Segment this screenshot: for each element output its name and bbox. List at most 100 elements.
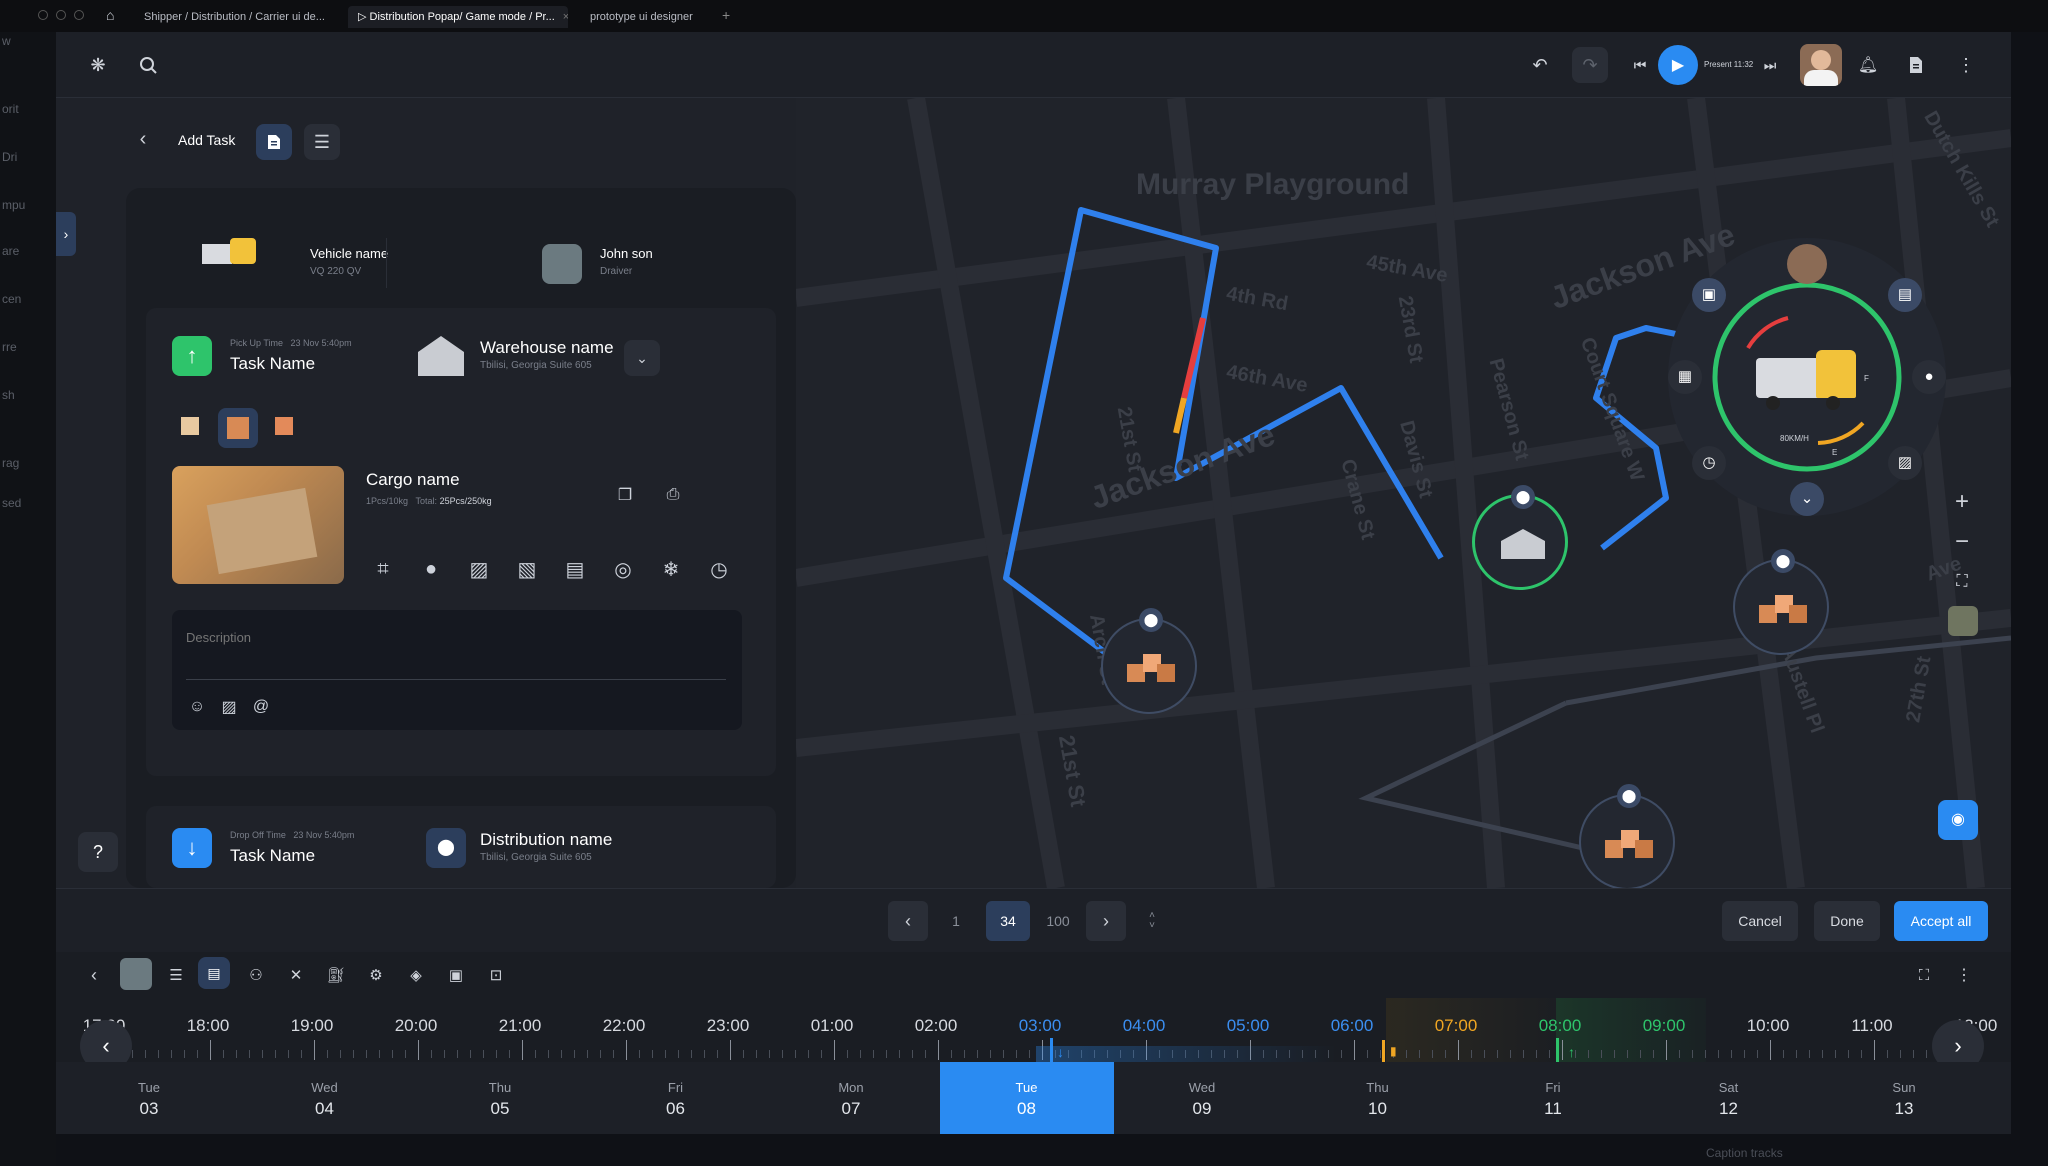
snowflake-icon[interactable]: ❄ — [656, 554, 686, 584]
cargo-marker[interactable]: ⬤ — [1101, 608, 1197, 714]
chat-button[interactable]: ◉ — [1938, 800, 1978, 840]
layers-icon[interactable]: ◈ — [398, 957, 434, 993]
settings-icon[interactable]: ⚙ — [358, 957, 394, 993]
cancel-button[interactable]: Cancel — [1722, 901, 1798, 941]
new-tab-icon[interactable]: + — [722, 7, 730, 23]
tab-shipper[interactable]: Shipper / Distribution / Carrier ui de..… — [134, 6, 334, 28]
users-icon[interactable]: ⚇ — [238, 957, 274, 993]
clock-icon[interactable]: ◷ — [704, 554, 734, 584]
document-icon[interactable] — [1898, 47, 1934, 83]
cargo-marker[interactable]: ⬤ — [1579, 784, 1675, 888]
package-icon[interactable]: ▣ — [1692, 278, 1726, 312]
target-icon[interactable]: ◎ — [608, 554, 638, 584]
image-icon[interactable]: ▨ — [1888, 446, 1922, 480]
next-page-button[interactable]: › — [1086, 901, 1126, 941]
marker-pickup — [1556, 1038, 1559, 1062]
day-cell[interactable]: Thu 10 — [1291, 1062, 1465, 1134]
box-option-medium[interactable] — [218, 408, 258, 448]
route-tab-button[interactable]: ☰ — [304, 124, 340, 160]
window-max-dot[interactable] — [74, 10, 84, 20]
day-cell[interactable]: Sat 12 — [1642, 1062, 1816, 1134]
more-vertical-icon[interactable]: ⋮ — [1948, 47, 1984, 83]
copy-icon[interactable]: ❐ — [610, 480, 640, 510]
vehicle-name: Vehicle name — [310, 246, 389, 261]
chevron-right-icon: › — [1103, 910, 1109, 931]
more-vertical-icon[interactable]: ⋮ — [1946, 957, 1982, 993]
expand-icon[interactable]: ⛶ — [1906, 957, 1942, 993]
window-close-dot[interactable] — [38, 10, 48, 20]
package-icon[interactable]: ▣ — [438, 957, 474, 993]
comment-icon[interactable]: ● — [416, 554, 446, 584]
help-button[interactable]: ? — [78, 832, 118, 872]
zoom-out-button[interactable]: − — [1944, 524, 1980, 560]
day-cell[interactable]: Fri 11 — [1466, 1062, 1640, 1134]
image-icon[interactable]: ▨ — [464, 554, 494, 584]
attachment-icon[interactable]: @ — [246, 692, 276, 722]
description-input[interactable] — [186, 630, 726, 680]
expand-button[interactable]: ⌄ — [624, 340, 660, 376]
close-icon[interactable]: × — [563, 11, 568, 23]
document-icon[interactable]: ▤ — [198, 957, 230, 989]
document-tab-button[interactable] — [256, 124, 292, 160]
window-min-dot[interactable] — [56, 10, 66, 20]
scan-icon[interactable]: ⊡ — [478, 957, 514, 993]
chevron-double-down-icon[interactable]: ⌄ — [1790, 482, 1824, 516]
back-button[interactable]: ‹ — [128, 124, 158, 154]
page-first[interactable]: 1 — [936, 901, 976, 941]
route-icon[interactable]: ☰ — [158, 957, 194, 993]
map-view[interactable]: Murray Playground 45th Ave Jackson Ave 4… — [796, 98, 2011, 888]
side-expand-button[interactable]: › — [56, 212, 76, 256]
warehouse-marker[interactable]: ⬤ — [1472, 485, 1568, 590]
zoom-in-button[interactable]: + — [1944, 484, 1980, 520]
day-cell[interactable]: Wed 04 — [238, 1062, 412, 1134]
document-icon[interactable]: ▤ — [1888, 278, 1922, 312]
done-button[interactable]: Done — [1814, 901, 1880, 941]
day-name: Fri — [667, 1080, 684, 1095]
skip-forward-icon[interactable]: ⏭ — [1752, 47, 1788, 83]
tab-distribution[interactable]: ▷ Distribution Popap/ Game mode / Pr... × — [348, 6, 568, 28]
day-cell[interactable]: Wed 09 — [1115, 1062, 1289, 1134]
day-cell[interactable]: Fri 06 — [589, 1062, 763, 1134]
collapse-button[interactable]: ‹ — [76, 957, 112, 993]
play-button[interactable]: ▶ — [1658, 45, 1698, 85]
accept-all-button[interactable]: Accept all — [1894, 901, 1988, 941]
clock-icon[interactable]: ◷ — [1692, 446, 1726, 480]
cargo-marker[interactable]: ⬤ — [1733, 549, 1829, 655]
image-icon[interactable]: ▨ — [214, 692, 244, 722]
fullscreen-button[interactable]: ⛶ — [1944, 564, 1980, 600]
tools-icon[interactable]: ✕ — [278, 957, 314, 993]
logo-icon[interactable]: ❋ — [80, 47, 116, 83]
prev-page-button[interactable]: ‹ — [888, 901, 928, 941]
home-icon[interactable]: ⌂ — [106, 7, 114, 23]
search-icon[interactable] — [130, 47, 166, 83]
cargo-total-value: 25Pcs/250kg — [439, 496, 492, 506]
day-cell[interactable]: Tue 03 — [62, 1062, 236, 1134]
crop-icon[interactable]: ⌗ — [368, 554, 398, 584]
chat-icon[interactable]: ● — [1912, 360, 1946, 394]
driver-avatar[interactable] — [120, 958, 152, 990]
box-option-small[interactable] — [172, 408, 208, 444]
tab-prototype[interactable]: prototype ui designer — [580, 6, 720, 28]
driver-avatar[interactable] — [1787, 244, 1827, 284]
avatar[interactable] — [1800, 44, 1842, 86]
page-current[interactable]: 34 — [986, 901, 1030, 941]
day-cell[interactable]: Sun 13 — [1817, 1062, 1991, 1134]
map-layer-thumbnail[interactable] — [1948, 606, 1978, 636]
day-cell[interactable]: Tue 08 — [939, 1062, 1114, 1134]
fuel-icon[interactable]: ⛽︎ — [318, 957, 354, 993]
page-stepper[interactable]: ˄ ˅ — [1134, 901, 1170, 941]
fragile-icon[interactable]: ▧ — [512, 554, 542, 584]
day-cell[interactable]: Thu 05 — [413, 1062, 587, 1134]
emoji-icon[interactable]: ☺ — [182, 692, 212, 722]
bell-icon[interactable]: 🔔︎ — [1850, 47, 1886, 83]
page-last[interactable]: 100 — [1036, 901, 1080, 941]
stack-icon[interactable]: ▤ — [560, 554, 590, 584]
vehicle-hud[interactable]: 80KM/H F E ▣ ▤ ▦ ● ◷ ▨ ⌄ — [1668, 238, 1946, 516]
day-cell[interactable]: Mon 07 — [764, 1062, 938, 1134]
redo-icon[interactable]: ↷ — [1572, 47, 1608, 83]
undo-icon[interactable]: ↶ — [1522, 47, 1558, 83]
box-option-large[interactable] — [266, 408, 302, 444]
calendar-icon[interactable]: ▦ — [1668, 360, 1702, 394]
print-icon[interactable]: ⎙ — [658, 480, 688, 510]
skip-back-icon[interactable]: ⏮ — [1622, 47, 1658, 83]
